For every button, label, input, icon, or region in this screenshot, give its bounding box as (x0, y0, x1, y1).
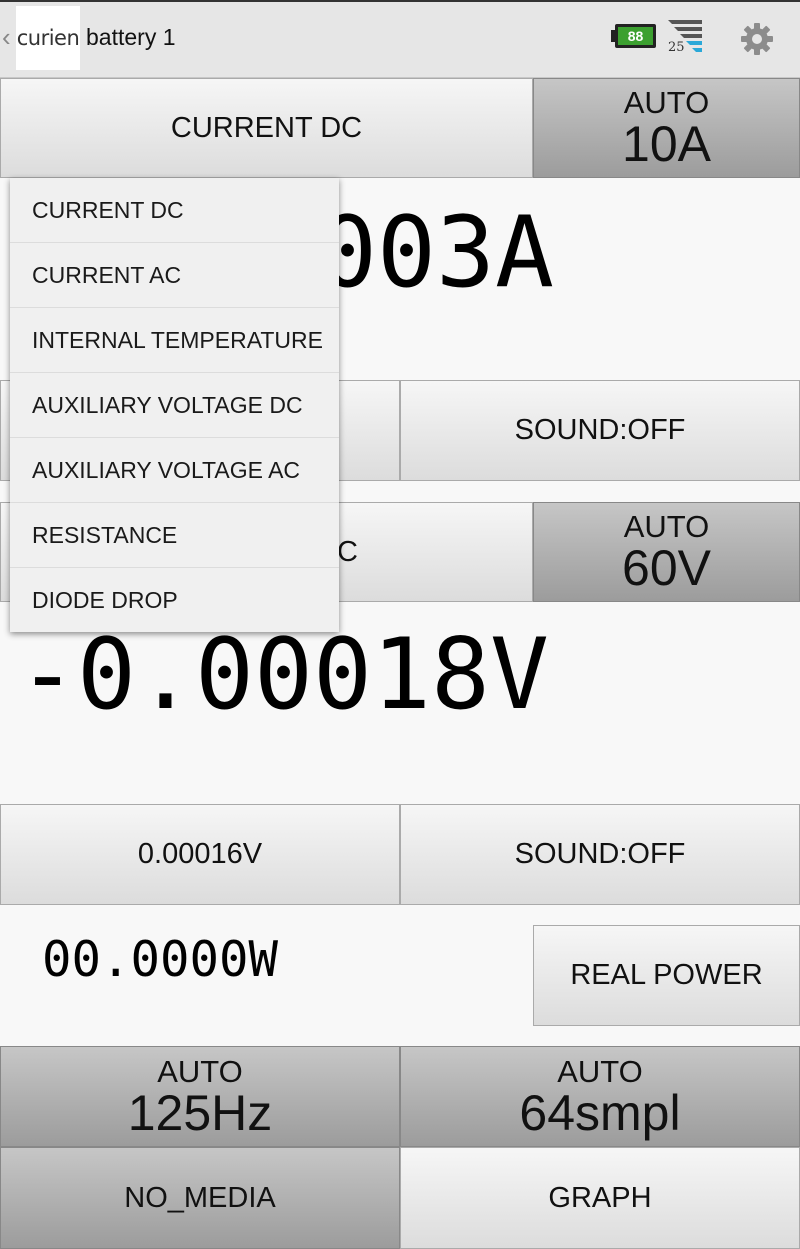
channel2-secondary-value-button[interactable]: 0.00016V (0, 804, 400, 905)
channel2-range-value: 60V (622, 540, 711, 596)
channel1-mode-button[interactable]: CURRENT DC (0, 78, 533, 178)
signal-value-text: 25 (668, 40, 685, 54)
channel2-sound-button[interactable]: SOUND:OFF (400, 804, 800, 905)
sample-rate-value: 125Hz (127, 1084, 273, 1141)
channel1-sound-button[interactable]: SOUND:OFF (400, 380, 800, 481)
signal-strength-icon: 25 (668, 20, 702, 54)
sample-rate-mode: AUTO (157, 1053, 243, 1089)
channel2-range-mode: AUTO (623, 509, 710, 544)
dropdown-item-resistance[interactable]: RESISTANCE (10, 503, 339, 568)
app-logo[interactable]: curien (16, 6, 80, 70)
dropdown-item-internal-temperature[interactable]: INTERNAL TEMPERATURE (10, 308, 339, 373)
channel2-range-button[interactable]: AUTO 60V (533, 502, 800, 602)
sample-count-button[interactable]: AUTO 64smpl (400, 1046, 800, 1147)
page-title: battery 1 (86, 24, 176, 50)
sample-count-value: 64smpl (519, 1084, 681, 1141)
mode-dropdown-menu: CURRENT DC CURRENT AC INTERNAL TEMPERATU… (10, 178, 339, 632)
sample-count-mode: AUTO (557, 1053, 643, 1089)
graph-button[interactable]: GRAPH (400, 1147, 800, 1249)
app-logo-text: curien (16, 26, 80, 50)
channel1-range-mode: AUTO (623, 85, 710, 120)
gear-icon[interactable] (740, 22, 774, 56)
power-reading: 00.0000W (42, 931, 279, 988)
dropdown-item-current-ac[interactable]: CURRENT AC (10, 243, 339, 308)
sample-rate-button[interactable]: AUTO 125Hz (0, 1046, 400, 1147)
channel1-range-value: 10A (622, 116, 711, 172)
dropdown-item-current-dc[interactable]: CURRENT DC (10, 178, 339, 243)
media-button[interactable]: NO_MEDIA (0, 1147, 400, 1249)
channel2-reading: -0.00018V (18, 618, 550, 732)
dropdown-item-diode-drop[interactable]: DIODE DROP (10, 568, 339, 633)
battery-level-text: 88 (628, 28, 644, 44)
back-chevron-icon[interactable]: ‹ (2, 24, 11, 50)
dropdown-item-auxiliary-voltage-ac[interactable]: AUXILIARY VOLTAGE AC (10, 438, 339, 503)
battery-icon: 88 (611, 24, 656, 48)
channel1-range-button[interactable]: AUTO 10A (533, 78, 800, 178)
power-mode-button[interactable]: REAL POWER (533, 925, 800, 1026)
channel1-reading: 003A (318, 196, 555, 310)
dropdown-item-auxiliary-voltage-dc[interactable]: AUXILIARY VOLTAGE DC (10, 373, 339, 438)
